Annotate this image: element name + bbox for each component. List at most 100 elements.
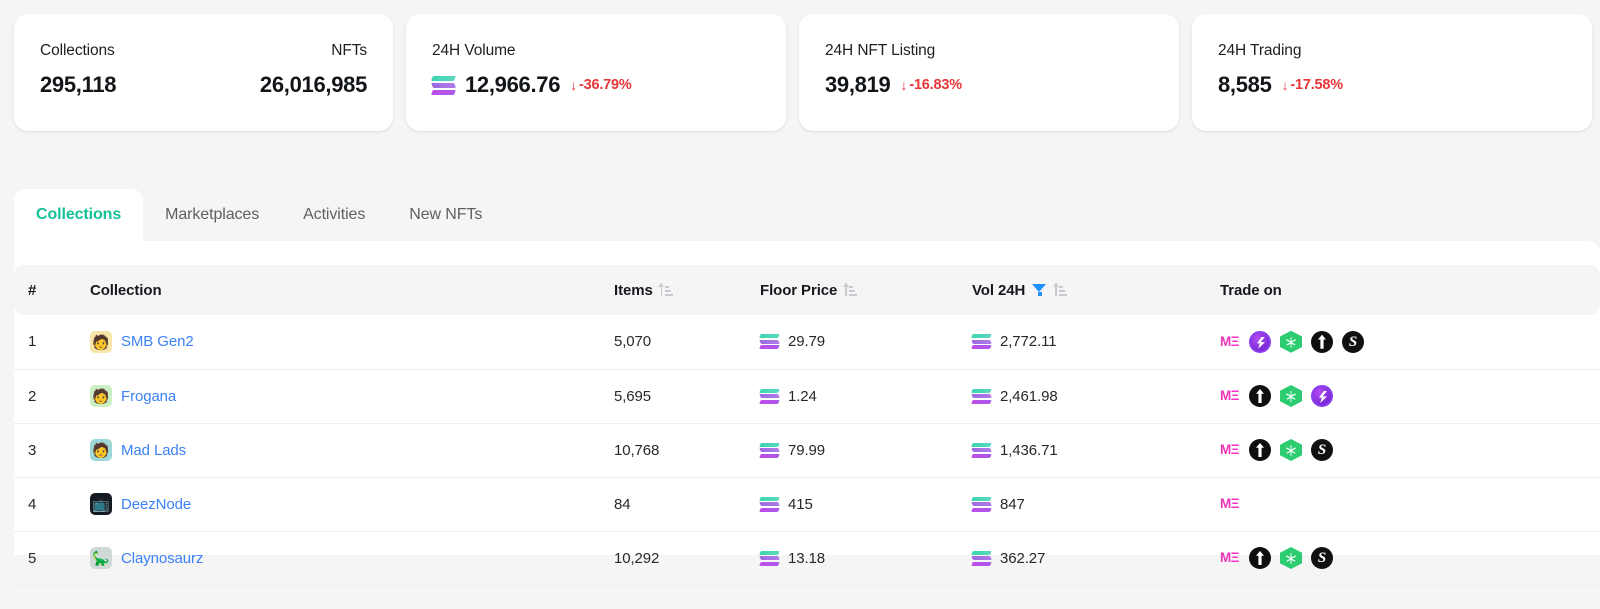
solanart-icon[interactable] [1280,385,1302,407]
collections-value: 295,118 [40,72,117,97]
cell-items: 5,695 [600,369,746,423]
vol-24h-value: 2,461.98 [1000,387,1058,405]
tab-new-nfts[interactable]: New NFTs [387,189,504,241]
trading-delta: ↓ -17.58% [1281,77,1344,93]
magiceden-icon[interactable]: MΞ [1220,439,1240,461]
nft-listing-label: 24H NFT Listing [825,42,936,59]
sort-ascending-icon[interactable] [1053,283,1068,297]
vol-24h-value: 2,772.11 [1000,333,1057,351]
filter-funnel-icon[interactable] [1032,283,1047,298]
marketplace-icon-group: MΞ [1206,439,1600,461]
header-rank-label: # [28,281,37,299]
nft-listing-card: 24H NFT Listing 39,819 ↓ -16.83% [799,14,1179,131]
magiceden-icon[interactable]: MΞ [1220,331,1240,353]
solana-icon [971,550,992,566]
solana-icon [971,496,992,512]
cell-rank: 1 [28,333,37,351]
items-value: 10,292 [614,549,660,567]
magiceden-icon[interactable]: MΞ [1220,385,1240,407]
floor-price-value: 415 [788,495,813,513]
cell-trade-on: MΞ [1206,477,1600,531]
table-row[interactable]: 3 🧑 Mad Lads 10,768 79.99 1,436.71 MΞ [14,423,1600,477]
vol-24h-value: 847 [1000,495,1025,513]
hadeswap-icon[interactable] [1249,385,1271,407]
collections-table: # Collection Items Floor Price Vol 24H T… [14,265,1600,586]
solsniper-icon[interactable] [1342,330,1364,353]
tabs-bar: Collections Marketplaces Activities New NFT… [0,189,1600,241]
cell-rank: 5 [28,549,37,567]
sort-ascending-icon[interactable] [843,283,858,297]
tab-activities[interactable]: Activities [281,189,387,241]
collection-avatar: 🧑 [90,385,112,407]
solana-icon [971,388,992,404]
collection-avatar: 📺 [90,493,112,515]
cell-collection: 🧑 SMB Gen2 [76,315,600,369]
solana-icon [971,442,992,458]
nft-listing-delta-value: -16.83% [909,77,962,93]
collection-link[interactable]: DeezNode [121,496,191,513]
collection-link[interactable]: Frogana [121,388,176,405]
solana-icon [759,388,780,404]
cell-trade-on: MΞ [1206,531,1600,585]
table-row[interactable]: 1 🧑 SMB Gen2 5,070 29.79 2,772.11 MΞ [14,315,1600,369]
header-trade-on: Trade on [1206,265,1600,315]
magiceden-icon[interactable]: MΞ [1220,493,1240,515]
volume-delta-value: -36.79% [579,77,632,93]
trading-delta-value: -17.58% [1290,77,1343,93]
solsniper-icon[interactable] [1311,547,1333,569]
header-rank: # [14,265,76,315]
cell-vol-24h: 2,772.11 [958,315,1206,369]
marketplace-icon-group: MΞ [1206,330,1600,353]
cell-items: 84 [600,477,746,531]
tab-marketplaces[interactable]: Marketplaces [143,189,281,241]
solanart-icon[interactable] [1280,439,1302,461]
items-value: 10,768 [614,441,660,459]
cell-vol-24h: 1,436.71 [958,423,1206,477]
table-row[interactable]: 5 🦕 Claynosaurz 10,292 13.18 362.27 MΞ [14,531,1600,585]
nft-listing-delta: ↓ -16.83% [901,77,963,93]
cell-trade-on: MΞ [1206,315,1600,369]
cell-floor-price: 29.79 [746,315,958,369]
vol-24h-value: 1,436.71 [1000,441,1058,459]
collections-card: Collections NFTs 295,118 26,016,985 [14,14,393,131]
table-row[interactable]: 4 📺 DeezNode 84 415 847 MΞ [14,477,1600,531]
magiceden-icon[interactable]: MΞ [1220,547,1240,569]
volume-card: 24H Volume 12,966.76 ↓ -36.79% [406,14,786,131]
collection-link[interactable]: Claynosaurz [121,550,203,567]
cell-rank: 2 [28,387,37,405]
solanart-icon[interactable] [1280,547,1302,569]
cell-trade-on: MΞ [1206,369,1600,423]
header-items-label: Items [614,281,653,299]
collections-label: Collections [40,42,115,59]
volume-label: 24H Volume [432,42,516,59]
hadeswap-icon[interactable] [1311,330,1333,353]
arrow-down-icon: ↓ [1281,77,1289,93]
stats-row: Collections NFTs 295,118 26,016,985 24H … [0,0,1600,145]
solanart-icon[interactable] [1280,330,1302,353]
tensor-icon[interactable] [1311,385,1333,407]
header-collection-label: Collection [90,281,162,299]
tensor-icon[interactable] [1249,330,1271,353]
hadeswap-icon[interactable] [1249,439,1271,461]
trading-label: 24H Trading [1218,42,1302,59]
cell-floor-price: 13.18 [746,531,958,585]
cell-floor-price: 1.24 [746,369,958,423]
cell-rank: 3 [28,441,37,459]
tab-collections[interactable]: Collections [14,189,144,241]
solana-icon [759,550,780,566]
hadeswap-icon[interactable] [1249,547,1271,569]
marketplace-icon-group: MΞ [1206,547,1600,569]
cell-floor-price: 79.99 [746,423,958,477]
marketplace-icon-group: MΞ [1206,493,1600,515]
header-floor-price-label: Floor Price [760,281,838,299]
table-row[interactable]: 2 🧑 Frogana 5,695 1.24 2,461.98 MΞ [14,369,1600,423]
cell-collection: 🧑 Frogana [76,369,600,423]
header-trade-on-label: Trade on [1220,281,1282,299]
header-floor-price: Floor Price [746,265,958,315]
sort-ascending-icon[interactable] [658,283,673,297]
collection-link[interactable]: Mad Lads [121,442,186,459]
vol-24h-value: 362.27 [1000,549,1046,567]
collection-link[interactable]: SMB Gen2 [121,333,194,350]
solsniper-icon[interactable] [1311,439,1333,461]
marketplace-icon-group: MΞ [1206,385,1600,407]
